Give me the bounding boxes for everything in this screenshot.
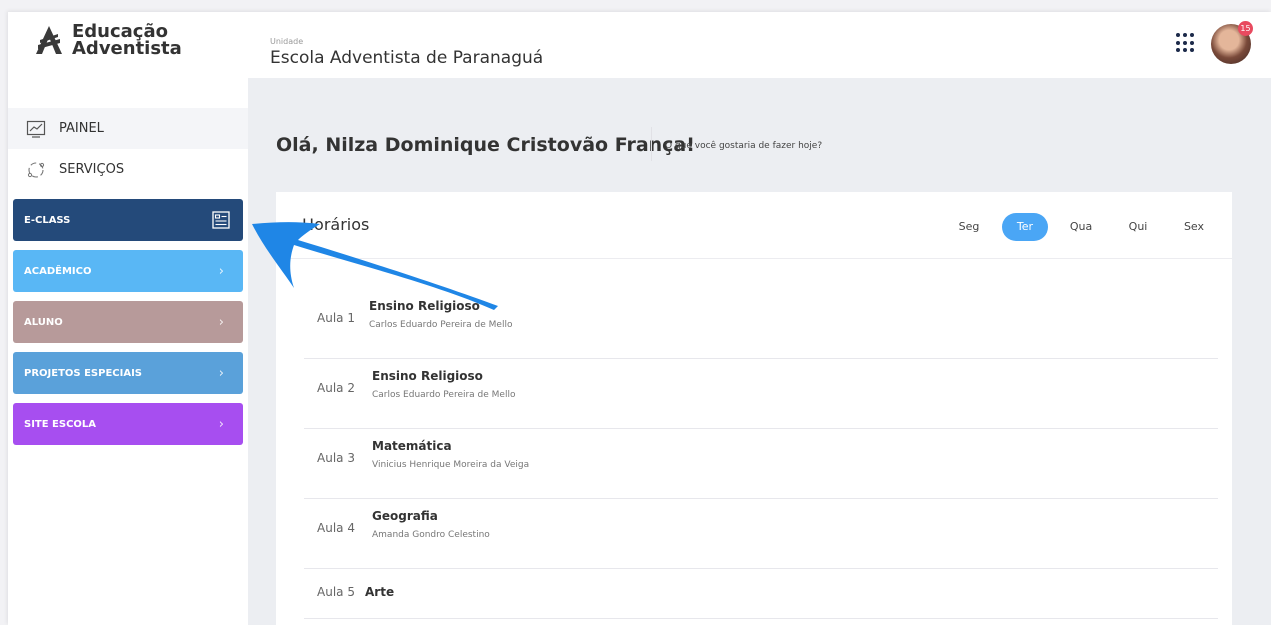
lesson-row[interactable]: Aula 5 Arte [304,569,1218,619]
chevron-right-icon: › [218,416,224,432]
tab-day-seg[interactable]: Seg [946,213,992,241]
lesson-teacher: Amanda Gondro Celestino [372,530,490,540]
menu-eclass-button[interactable]: E-CLASS [13,199,243,241]
unit-name[interactable]: Escola Adventista de Paranaguá [270,47,543,69]
lesson-subject: Ensino Religioso [372,369,483,383]
menu-academico-label: ACADÊMICO [24,265,92,277]
page-subtitle: O que você gostaria de fazer hoje? [665,141,823,151]
logo-icon [36,26,62,54]
chart-icon [26,120,46,138]
sidebar: PAINEL SERVIÇOS E-CLASS ACADÊMICO › ALUN… [8,78,248,625]
chevron-right-icon: › [218,314,224,330]
lesson-teacher: Carlos Eduardo Pereira de Mello [372,390,516,400]
chevron-right-icon: › [218,263,224,279]
tab-day-qua[interactable]: Qua [1058,213,1104,241]
logo-text-line2: Adventista [72,38,182,59]
menu-eclass-label: E-CLASS [24,214,71,226]
lesson-number: Aula 5 [317,585,355,599]
lesson-subject: Arte [365,585,395,599]
tab-day-qui[interactable]: Qui [1115,213,1161,241]
menu-site-escola-button[interactable]: SITE ESCOLA › [13,403,243,445]
unit-block: Unidade Escola Adventista de Paranaguá [270,37,543,69]
page-title: Olá, Nilza Dominique Cristovão França! [276,134,695,156]
tab-day-ter[interactable]: Ter [1002,213,1048,241]
sidebar-item-painel[interactable]: PAINEL [8,108,248,149]
annotation-arrow-icon [252,222,498,310]
tab-day-sex[interactable]: Sex [1171,213,1217,241]
lesson-number: Aula 4 [317,521,355,535]
unit-label: Unidade [270,37,304,46]
lesson-row[interactable]: Aula 2 Ensino Religioso Carlos Eduardo P… [304,359,1218,429]
notification-badge[interactable]: 15 [1238,21,1253,36]
lesson-subject: Matemática [372,439,452,453]
menu-projetos-label: PROJETOS ESPECIAIS [24,367,143,379]
header-divider [651,127,652,161]
lesson-subject: Geografia [372,509,438,523]
menu-aluno-label: ALUNO [24,316,63,328]
menu-site-escola-label: SITE ESCOLA [24,418,97,430]
menu-academico-button[interactable]: ACADÊMICO › [13,250,243,292]
menu-projetos-button[interactable]: PROJETOS ESPECIAIS › [13,352,243,394]
lesson-teacher: Vinicius Henrique Moreira da Veiga [372,460,530,470]
apps-grid-icon[interactable] [1176,33,1196,53]
brand-logo[interactable]: Educação Adventista [34,23,182,59]
sidebar-item-servicos[interactable]: SERVIÇOS [8,149,248,190]
app-window: Educação Adventista Unidade Escola Adven… [8,12,1271,625]
chevron-right-icon: › [218,365,224,381]
lesson-row[interactable]: Aula 3 Matemática Vinicius Henrique More… [304,429,1218,499]
top-header: Educação Adventista Unidade Escola Adven… [8,12,1271,78]
services-icon [27,161,45,178]
lesson-number: Aula 2 [317,381,355,395]
sidebar-item-label: PAINEL [59,121,104,136]
lesson-row[interactable]: Aula 4 Geografia Amanda Gondro Celestino [304,499,1218,569]
lesson-number: Aula 3 [317,451,355,465]
menu-aluno-button[interactable]: ALUNO › [13,301,243,343]
sidebar-item-label: SERVIÇOS [59,162,125,177]
eclass-icon [212,211,230,229]
